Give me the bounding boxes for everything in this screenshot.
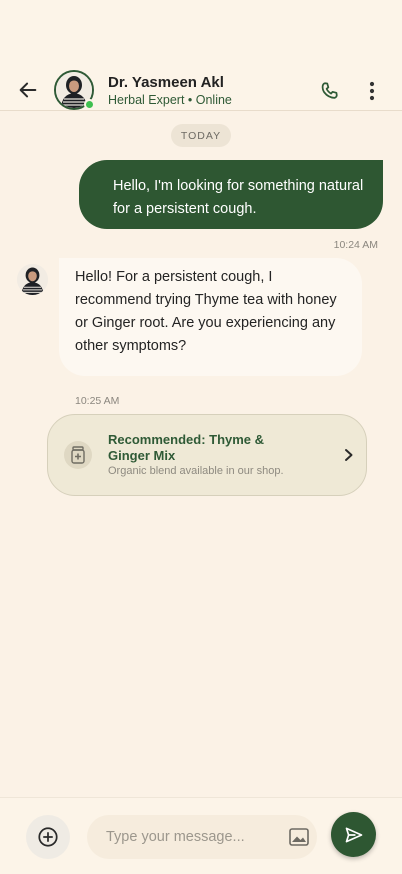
incoming-message: Hello! For a persistent cough, I recomme… — [59, 258, 362, 376]
arrow-left-icon — [19, 82, 37, 98]
chevron-right-icon — [340, 446, 358, 464]
more-options-button[interactable] — [360, 77, 384, 105]
outgoing-message-time: 10:24 AM — [333, 239, 378, 251]
call-button[interactable] — [316, 77, 344, 105]
back-button[interactable] — [14, 76, 42, 104]
chat-header: Dr. Yasmeen Akl Herbal Expert • Online — [0, 0, 402, 111]
message-input[interactable] — [106, 815, 276, 859]
image-icon — [289, 828, 309, 846]
plus-circle-icon — [38, 827, 58, 847]
incoming-message-time: 10:25 AM — [75, 395, 120, 407]
contact-avatar[interactable] — [54, 70, 95, 110]
product-recommendation-card[interactable]: Recommended: Thyme & Ginger Mix Organic … — [47, 414, 367, 496]
send-icon — [345, 827, 362, 842]
message-composer — [0, 797, 402, 874]
medicine-jar-icon — [64, 441, 92, 469]
insert-image-button[interactable] — [288, 826, 310, 848]
message-field — [87, 815, 317, 859]
attach-button[interactable] — [26, 815, 70, 859]
send-button[interactable] — [331, 812, 376, 857]
phone-icon — [321, 82, 338, 99]
more-vertical-icon — [369, 81, 375, 101]
contact-name: Dr. Yasmeen Akl — [108, 74, 224, 91]
recommendation-title: Recommended: Thyme & Ginger Mix — [108, 432, 265, 463]
expert-avatar — [17, 264, 48, 295]
date-divider: TODAY — [171, 124, 231, 147]
outgoing-message: Hello, I'm looking for something natural… — [79, 160, 383, 229]
online-status-dot — [84, 99, 95, 110]
recommendation-subtitle: Organic blend available in our shop. — [108, 465, 284, 477]
contact-status: Herbal Expert • Online — [108, 93, 232, 107]
